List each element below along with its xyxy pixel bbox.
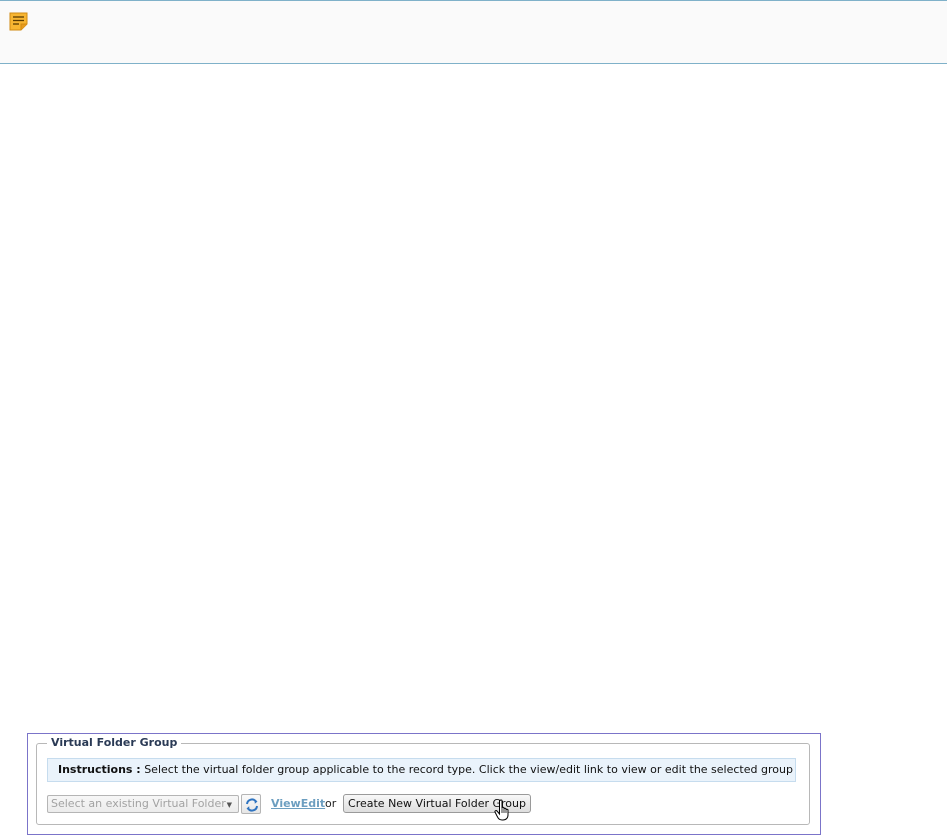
chevron-down-icon: ▼ <box>226 801 232 809</box>
instructions-box: Instructions : Select the virtual folder… <box>47 758 796 782</box>
view-edit-link[interactable]: ViewEdit <box>271 796 325 812</box>
instructions-text: Select the virtual folder group applicab… <box>140 763 793 776</box>
note-icon <box>9 12 28 31</box>
virtual-folder-select[interactable]: Select an existing Virtual Folder ▼ <box>47 795 239 813</box>
note-bar <box>0 0 947 64</box>
fieldset-legend: Virtual Folder Group <box>47 736 182 750</box>
controls-row: Select an existing Virtual Folder ▼ View… <box>47 794 797 821</box>
instructions-label: Instructions : <box>58 763 141 776</box>
virtual-folder-group-fieldset: Virtual Folder Group Instructions : Sele… <box>36 736 810 825</box>
refresh-button[interactable] <box>241 794 261 814</box>
select-placeholder: Select an existing Virtual Folder <box>51 797 226 810</box>
or-separator: or <box>325 797 337 810</box>
virtual-folder-group-panel: Virtual Folder Group Instructions : Sele… <box>27 733 821 835</box>
hand-cursor-icon <box>494 799 512 821</box>
